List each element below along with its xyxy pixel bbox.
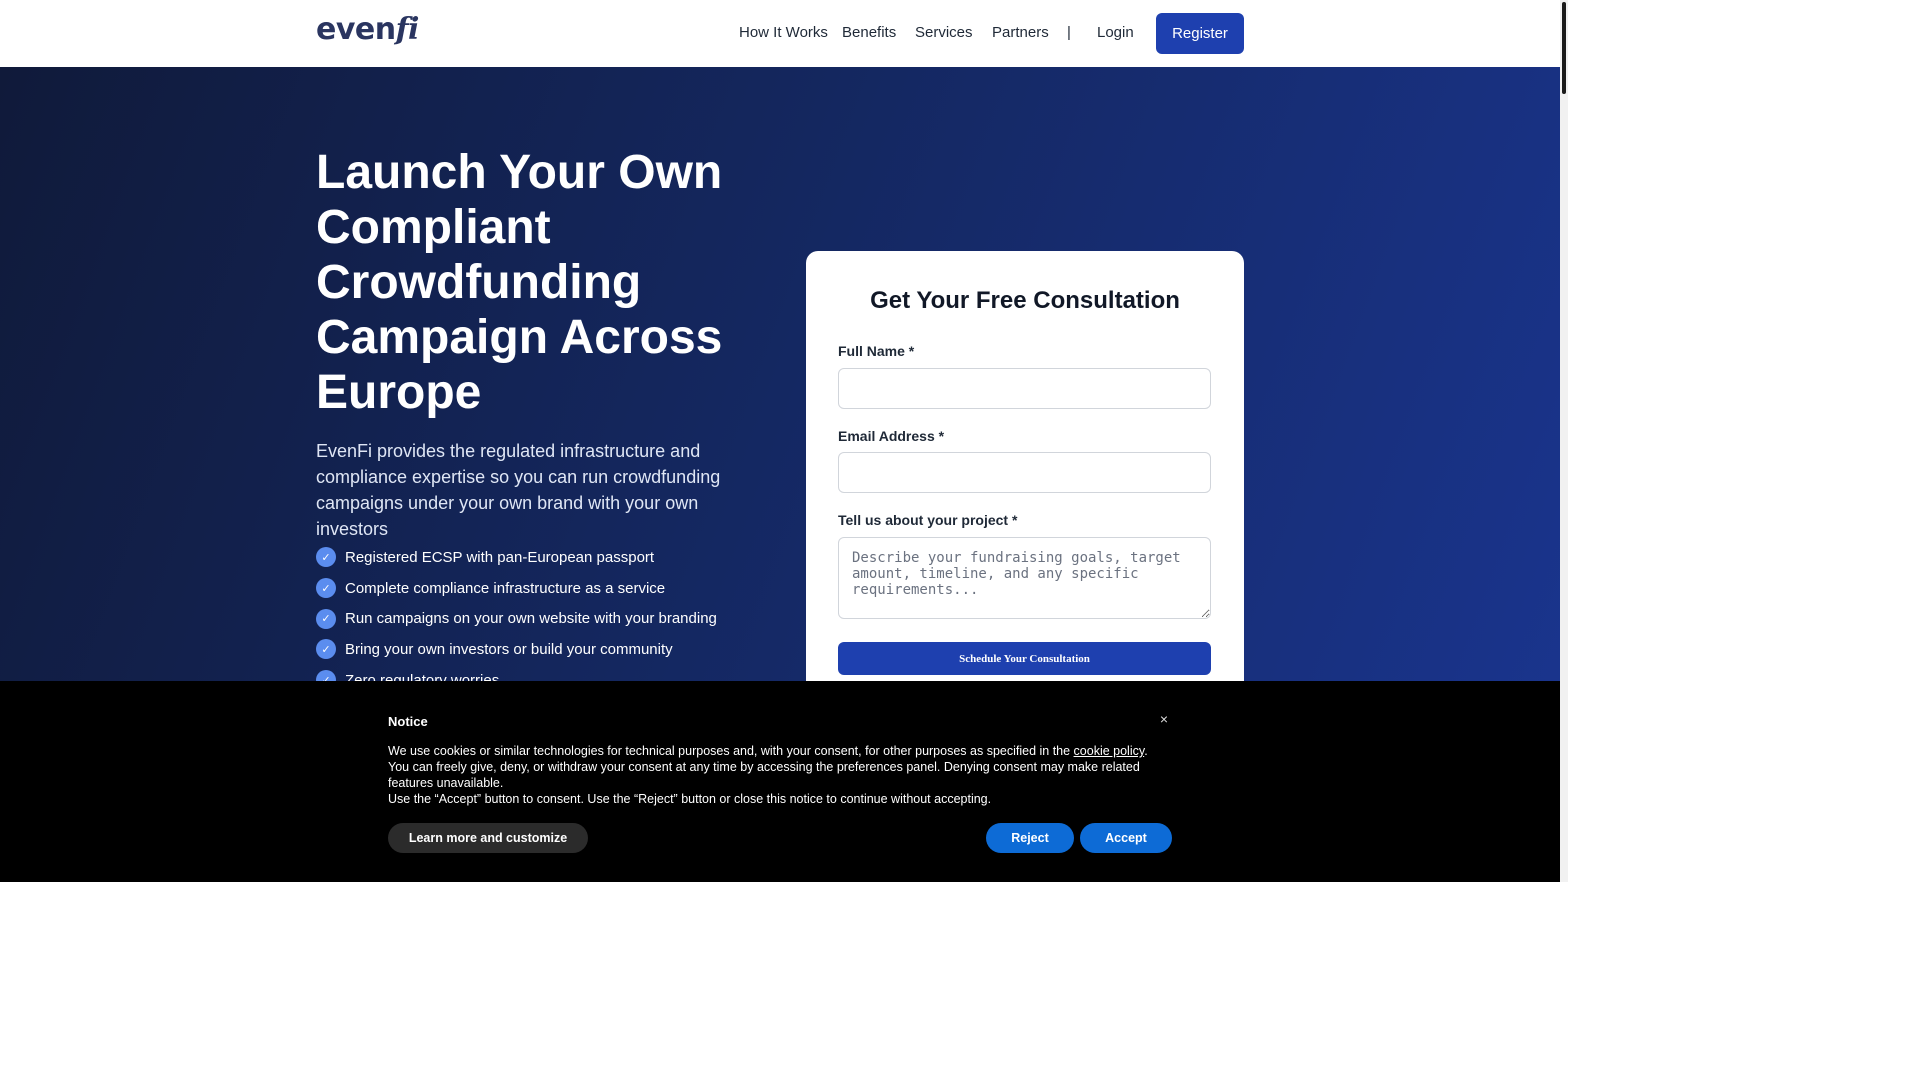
schedule-consultation-button[interactable]: Schedule Your Consultation — [838, 642, 1211, 675]
project-label: Tell us about your project * — [838, 512, 1018, 528]
feature-list: ✓ Registered ECSP with pan-European pass… — [316, 542, 717, 695]
logo-text-even: even — [316, 12, 396, 47]
cookie-text-line: Use the “Accept” button to consent. Use … — [388, 792, 992, 806]
check-icon: ✓ — [316, 547, 336, 568]
cookie-text-segment: We use cookies or similar technologies f… — [388, 744, 1074, 758]
accept-button[interactable]: Accept — [1080, 823, 1172, 853]
cookie-text-line: You can freely give, deny, or withdraw y… — [388, 760, 1140, 790]
feature-item: ✓ Bring your own investors or build your… — [316, 634, 717, 665]
check-icon: ✓ — [316, 639, 336, 660]
nav-divider: | — [1067, 24, 1071, 41]
feature-item: ✓ Complete compliance infrastructure as … — [316, 573, 717, 604]
hero-subtitle: EvenFi provides the regulated infrastruc… — [316, 441, 721, 539]
full-name-label: Full Name * — [838, 343, 915, 359]
feature-text: Bring your own investors or build your c… — [345, 640, 673, 658]
cookie-policy-link[interactable]: cookie policy — [1074, 744, 1145, 758]
feature-item: ✓ Registered ECSP with pan-European pass… — [316, 542, 717, 573]
site-header: evenfi How It Works Benefits Services Pa… — [0, 0, 1560, 67]
close-icon[interactable]: × — [1156, 711, 1172, 729]
learn-more-customize-button[interactable]: Learn more and customize — [388, 823, 588, 853]
check-icon: ✓ — [316, 608, 336, 629]
evenfi-logo[interactable]: evenfi — [316, 12, 419, 47]
feature-item: ✓ Run campaigns on your own website with… — [316, 603, 717, 634]
form-title: Get Your Free Consultation — [870, 287, 1180, 314]
full-name-input[interactable] — [838, 368, 1211, 409]
hero-title: Launch Your Own Compliant Crowdfunding C… — [316, 146, 723, 419]
feature-text: Complete compliance infrastructure as a … — [345, 579, 666, 597]
scrollbar-thumb[interactable] — [1562, 2, 1566, 94]
nav-services[interactable]: Services — [915, 24, 973, 41]
nav-how-it-works[interactable]: How It Works — [739, 24, 828, 41]
cookie-notice-text: We use cookies or similar technologies f… — [388, 743, 1158, 807]
nav-login[interactable]: Login — [1097, 24, 1134, 41]
cookie-text-segment: . — [1144, 744, 1148, 758]
feature-text: Run campaigns on your own website with y… — [345, 610, 717, 628]
cookie-text-line: We use cookies or similar technologies f… — [388, 743, 1158, 759]
feature-text: Registered ECSP with pan-European passpo… — [345, 548, 655, 566]
consultation-form-card: Get Your Free Consultation Full Name * E… — [806, 251, 1244, 731]
cookie-notice-title: Notice — [388, 714, 428, 729]
reject-button[interactable]: Reject — [986, 823, 1074, 853]
check-icon: ✓ — [316, 578, 336, 599]
register-button[interactable]: Register — [1156, 13, 1244, 54]
page-scrollbar[interactable] — [1560, 0, 1568, 882]
project-textarea[interactable] — [838, 537, 1211, 619]
email-label: Email Address * — [838, 428, 945, 444]
nav-partners[interactable]: Partners — [992, 24, 1049, 41]
email-input[interactable] — [838, 452, 1211, 493]
logo-text-fi: fi — [395, 12, 420, 47]
cookie-notice-banner: Notice × We use cookies or similar techn… — [0, 681, 1560, 882]
nav-benefits[interactable]: Benefits — [842, 24, 896, 41]
